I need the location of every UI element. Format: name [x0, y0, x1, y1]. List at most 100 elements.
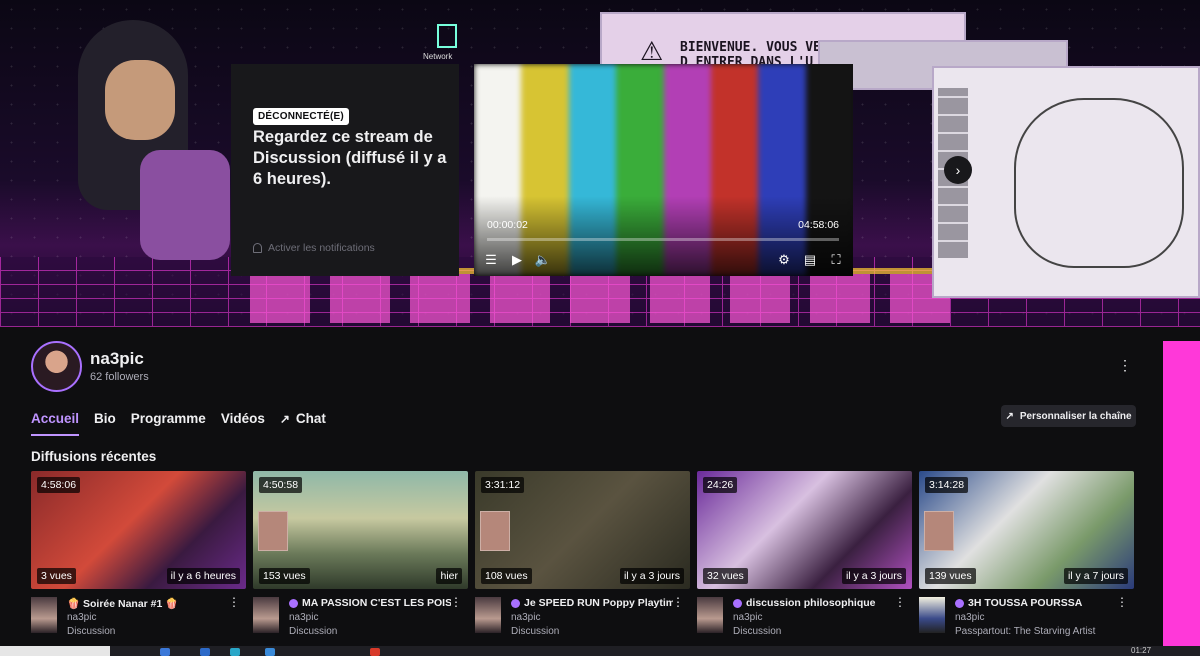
- customize-channel-button[interactable]: ↗ Personnaliser la chaîne: [1001, 405, 1136, 427]
- video-channel-avatar[interactable]: [253, 597, 279, 633]
- video-thumbnail[interactable]: 4:50:58 153 vues hier: [253, 471, 468, 589]
- video-views: 153 vues: [259, 568, 310, 584]
- tab-bio[interactable]: Bio: [94, 411, 116, 436]
- banner-window-paint: [932, 66, 1200, 298]
- video-duration: 24:26: [703, 477, 738, 493]
- channel-avatar[interactable]: [31, 341, 82, 392]
- video-card[interactable]: 4:58:06 3 vues il y a 6 heures 🍿 Soirée …: [31, 471, 246, 643]
- taskbar-clock: 01:27: [1131, 646, 1152, 655]
- video-channel-avatar[interactable]: [475, 597, 501, 633]
- offline-title: Regardez ce stream de Discussion (diffus…: [253, 128, 447, 188]
- video-thumbnail[interactable]: 4:58:06 3 vues il y a 6 heures: [31, 471, 246, 589]
- channel-followers: 62 followers: [90, 371, 149, 383]
- status-dot-icon: [955, 598, 964, 608]
- video-views: 139 vues: [925, 568, 976, 584]
- video-title[interactable]: discussion philosophique: [733, 597, 895, 609]
- clip-icon[interactable]: ▤: [803, 252, 817, 266]
- video-channel[interactable]: na3pic: [511, 612, 540, 623]
- video-views: 3 vues: [37, 568, 76, 584]
- video-channel[interactable]: na3pic: [733, 612, 762, 623]
- video-age: il y a 6 heures: [166, 568, 240, 584]
- channel-name[interactable]: na3pic: [90, 349, 144, 369]
- video-channel-avatar[interactable]: [697, 597, 723, 633]
- video-more-options-icon[interactable]: ⋮: [1116, 595, 1128, 609]
- video-thumbnail[interactable]: 3:14:28 139 vues il y a 7 jours: [919, 471, 1134, 589]
- banner-character: [60, 20, 250, 320]
- video-category[interactable]: Passpartout: The Starving Artist: [955, 626, 1095, 637]
- video-more-options-icon[interactable]: ⋮: [450, 595, 462, 609]
- video-category[interactable]: Discussion: [511, 626, 559, 637]
- taskbar-start-area[interactable]: [0, 646, 110, 656]
- fullscreen-icon[interactable]: ⛶: [829, 252, 843, 266]
- banner-sketch: [1014, 98, 1184, 268]
- taskbar-app-icon[interactable]: [230, 648, 240, 656]
- play-icon[interactable]: ▶: [510, 252, 524, 266]
- enable-notifications-button[interactable]: Activer les notifications: [253, 242, 375, 254]
- chevron-right-icon: ›: [955, 162, 961, 178]
- player-duration: 04:58:06: [798, 219, 839, 231]
- tab-accueil[interactable]: Accueil: [31, 411, 80, 436]
- video-title[interactable]: Je SPEED RUN Poppy Playtime: [511, 597, 673, 609]
- chapters-icon[interactable]: ☰: [484, 252, 498, 266]
- video-more-options-icon[interactable]: ⋮: [228, 595, 240, 609]
- video-duration: 3:31:12: [481, 477, 525, 493]
- side-accent-panel: [1163, 341, 1200, 646]
- video-age: hier: [436, 568, 462, 584]
- video-duration: 3:14:28: [925, 477, 969, 493]
- video-channel[interactable]: na3pic: [955, 612, 984, 623]
- video-title[interactable]: 3H TOUSSA POURSSA: [955, 597, 1117, 609]
- tab-programme[interactable]: Programme: [131, 411, 206, 436]
- channel-section: na3pic 62 followers ⋮ Accueil Bio Progra…: [0, 327, 1163, 646]
- tab-chat[interactable]: ↗ Chat: [280, 411, 326, 436]
- video-player[interactable]: 00:00:02 04:58:06 ☰ ▶ 🔈 ⚙ ▤ ⛶: [474, 64, 853, 276]
- video-title[interactable]: 🍿 Soirée Nanar #1 🍿: [67, 597, 229, 610]
- video-views: 32 vues: [703, 568, 748, 584]
- video-age: il y a 3 jours: [841, 568, 906, 584]
- video-card[interactable]: 3:14:28 139 vues il y a 7 jours 3H TOUSS…: [919, 471, 1134, 643]
- taskbar-app-icon[interactable]: [265, 648, 275, 656]
- status-dot-icon: [289, 598, 298, 608]
- video-title[interactable]: MA PASSION C'EST LES POISSONS: [289, 597, 451, 609]
- external-arrow-icon: ↗: [279, 411, 290, 426]
- video-thumbnail[interactable]: 24:26 32 vues il y a 3 jours: [697, 471, 912, 589]
- video-more-options-icon[interactable]: ⋮: [894, 595, 906, 609]
- recent-broadcasts-list: 4:58:06 3 vues il y a 6 heures 🍿 Soirée …: [31, 471, 1134, 643]
- external-arrow-icon: ↗: [1005, 410, 1014, 422]
- offline-info-card: DÉCONNECTÉ(E) Regardez ce stream de Disc…: [231, 64, 459, 276]
- video-category[interactable]: Discussion: [67, 626, 115, 637]
- status-dot-icon: [733, 598, 742, 608]
- video-card[interactable]: 24:26 32 vues il y a 3 jours discussion …: [697, 471, 912, 643]
- video-channel[interactable]: na3pic: [67, 612, 96, 623]
- channel-more-options-icon[interactable]: ⋮: [1118, 357, 1132, 373]
- video-card[interactable]: 3:31:12 108 vues il y a 3 jours Je SPEED…: [475, 471, 690, 643]
- network-label: Network: [423, 52, 453, 61]
- video-more-options-icon[interactable]: ⋮: [672, 595, 684, 609]
- taskbar-app-icon[interactable]: [200, 648, 210, 656]
- settings-gear-icon[interactable]: ⚙: [777, 252, 791, 266]
- recent-broadcasts-title: Diffusions récentes: [31, 449, 157, 464]
- enable-notifications-label: Activer les notifications: [268, 242, 375, 254]
- video-duration: 4:58:06: [37, 477, 81, 493]
- banner-neon-letters: [250, 268, 950, 323]
- channel-banner: Network ⚠ BIENVENUE. VOUS VENE D ENTRER …: [0, 0, 1200, 327]
- channel-tabs: Accueil Bio Programme Vidéos ↗ Chat: [31, 411, 326, 436]
- status-dot-icon: [511, 598, 520, 608]
- video-card[interactable]: 4:50:58 153 vues hier MA PASSION C'EST L…: [253, 471, 468, 643]
- video-thumbnail[interactable]: 3:31:12 108 vues il y a 3 jours: [475, 471, 690, 589]
- tab-videos[interactable]: Vidéos: [221, 411, 265, 436]
- taskbar-app-icon[interactable]: [160, 648, 170, 656]
- video-channel-avatar[interactable]: [31, 597, 57, 633]
- volume-icon[interactable]: 🔈: [535, 252, 551, 266]
- carousel-next-button[interactable]: ›: [944, 156, 972, 184]
- bell-icon: [253, 243, 262, 253]
- video-category[interactable]: Discussion: [289, 626, 337, 637]
- taskbar-app-icon[interactable]: [370, 648, 380, 656]
- banner-window-text-1: BIENVENUE. VOUS VENE: [680, 40, 837, 55]
- video-category[interactable]: Discussion: [733, 626, 781, 637]
- video-channel-avatar[interactable]: [919, 597, 945, 633]
- video-views: 108 vues: [481, 568, 532, 584]
- player-controls: ☰ ▶ 🔈 ⚙ ▤ ⛶: [484, 250, 843, 268]
- network-icon: [437, 24, 457, 48]
- video-channel[interactable]: na3pic: [289, 612, 318, 623]
- player-seek-bar[interactable]: [487, 238, 839, 241]
